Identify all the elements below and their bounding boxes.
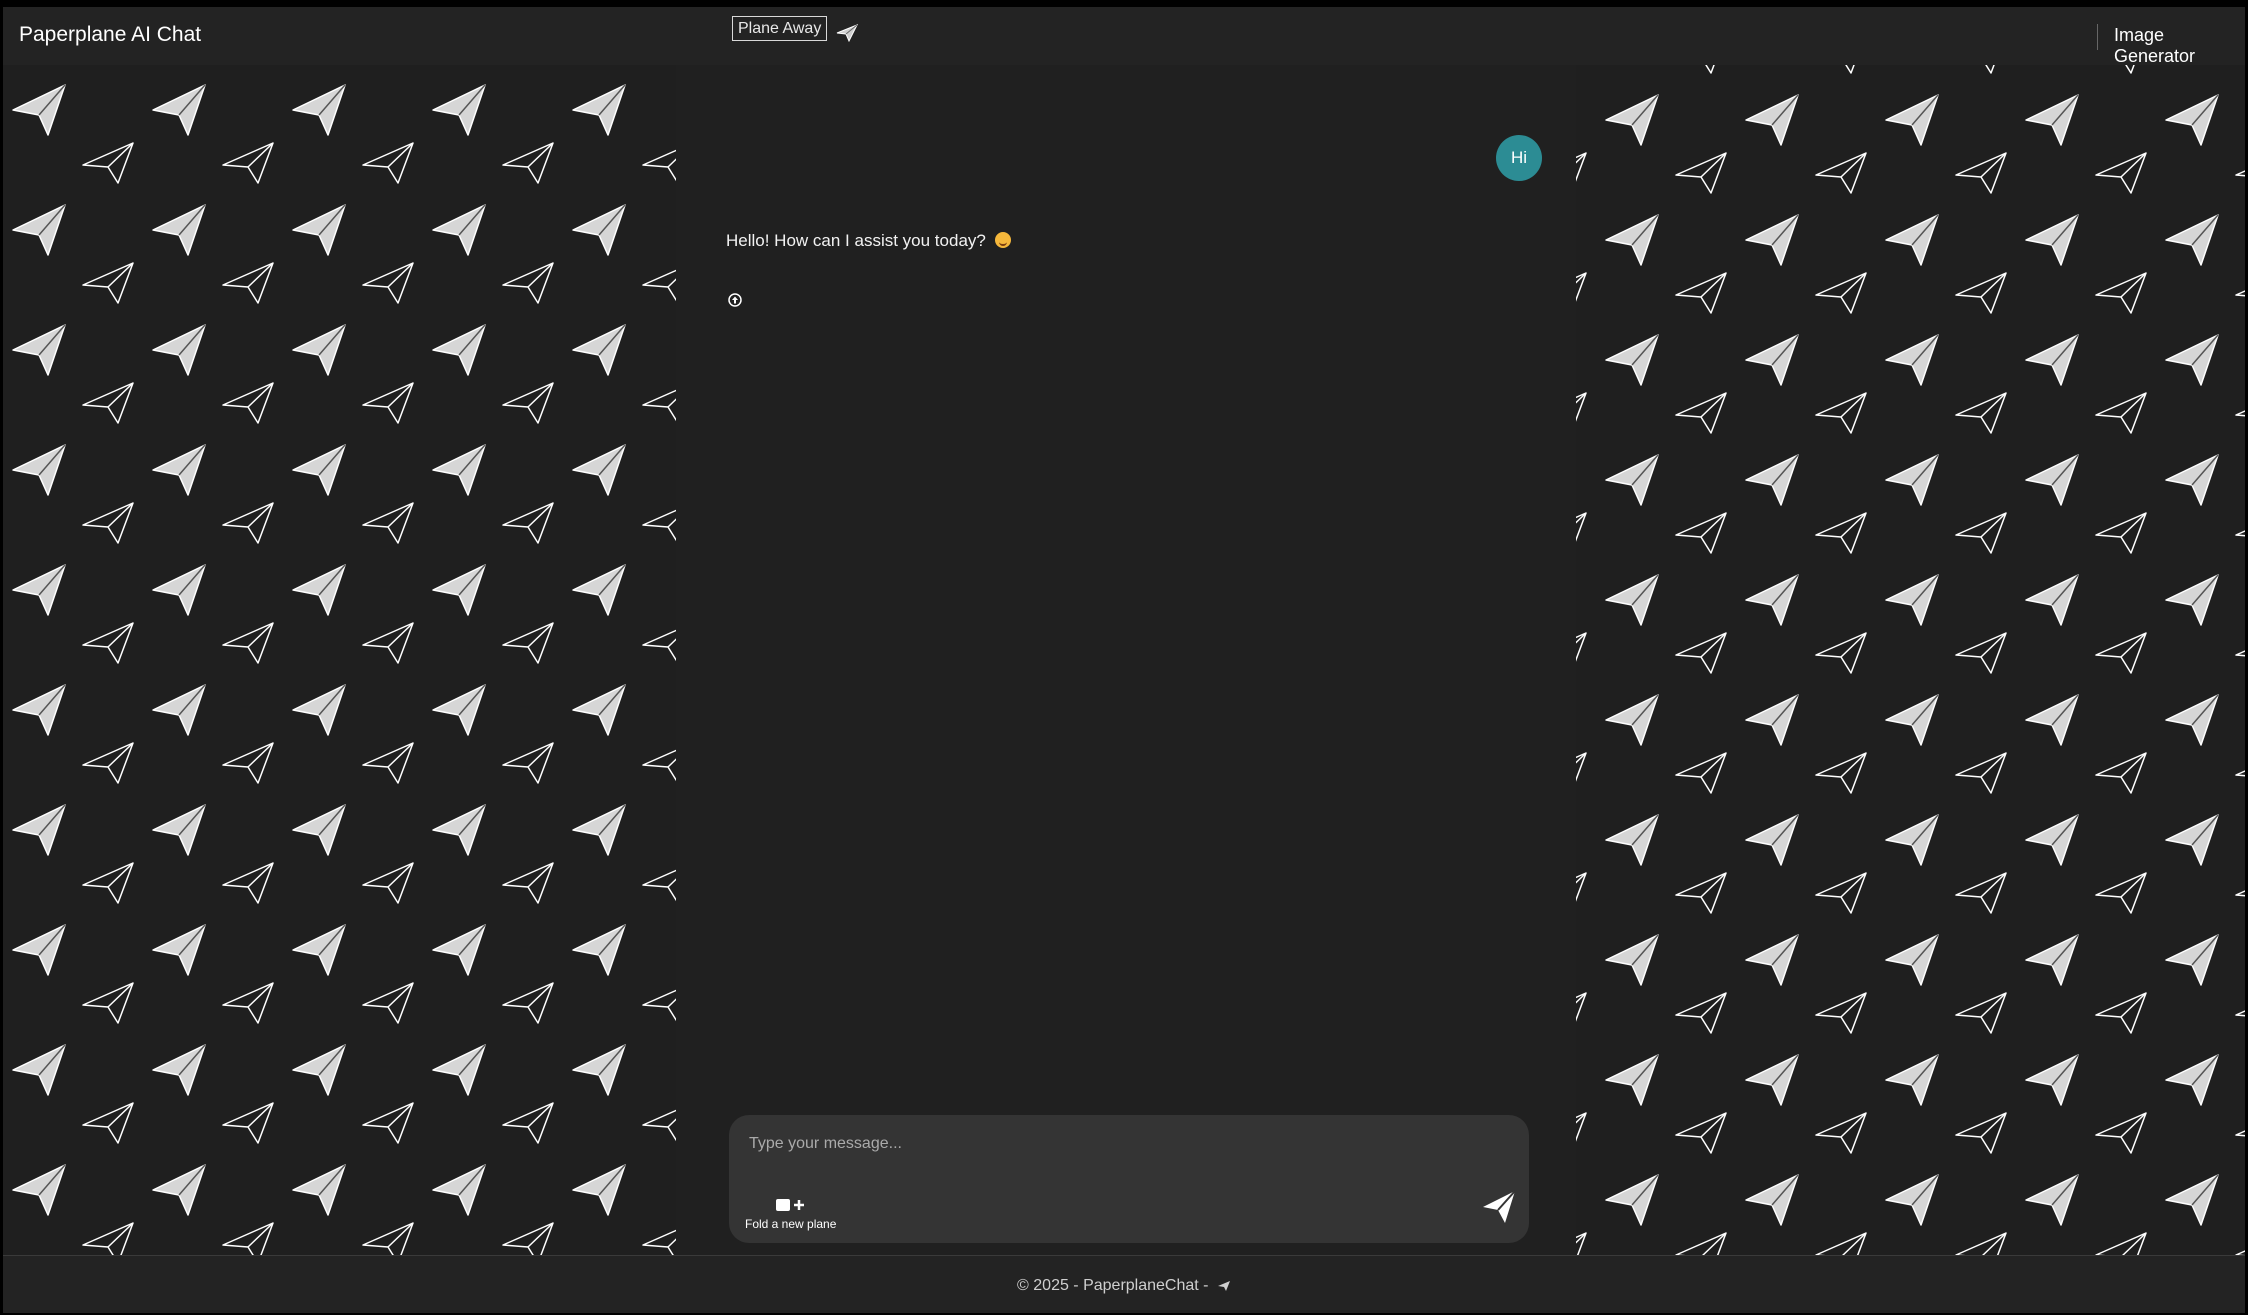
paper-plane-icon: [836, 24, 859, 47]
assistant-message-text: Hello! How can I assist you today?: [726, 231, 986, 250]
chat-panel: Hi Hello! How can I assist you today? Ty…: [676, 65, 1576, 1255]
image-generator-link[interactable]: Image Generator: [2114, 25, 2245, 67]
assistant-message: Hello! How can I assist you today?: [726, 231, 1011, 251]
user-message-bubble: Hi: [1496, 135, 1542, 181]
paper-plane-pattern-left: [3, 65, 676, 1255]
app-frame: Paperplane AI Chat Plane Away Image Gene…: [3, 7, 2245, 1313]
footer: © 2025 - PaperplaneChat -: [3, 1255, 2245, 1313]
message-input[interactable]: [747, 1129, 1491, 1159]
send-button[interactable]: [1481, 1189, 1517, 1225]
up-arrow-circle-icon[interactable]: [728, 293, 742, 307]
fold-new-plane-button[interactable]: Fold a new plane: [745, 1197, 855, 1233]
paper-plane-pattern-right: [1576, 65, 2245, 1255]
footer-text-row: © 2025 - PaperplaneChat -: [3, 1277, 2245, 1297]
paper-plane-icon: [1217, 1279, 1231, 1297]
message-composer: Fold a new plane: [729, 1115, 1529, 1243]
smile-emoji-icon: [994, 232, 1011, 248]
copyright-text: © 2025 - PaperplaneChat -: [1017, 1277, 1209, 1294]
plane-away-button[interactable]: Plane Away: [732, 16, 828, 41]
send-icon: [1483, 1190, 1516, 1223]
fold-new-plane-label: Fold a new plane: [745, 1217, 837, 1231]
brand-title[interactable]: Paperplane AI Chat: [19, 23, 201, 47]
top-nav: Paperplane AI Chat Plane Away Image Gene…: [3, 7, 2245, 66]
nav-divider: [2097, 24, 2098, 50]
new-plane-icon: [775, 1197, 805, 1218]
